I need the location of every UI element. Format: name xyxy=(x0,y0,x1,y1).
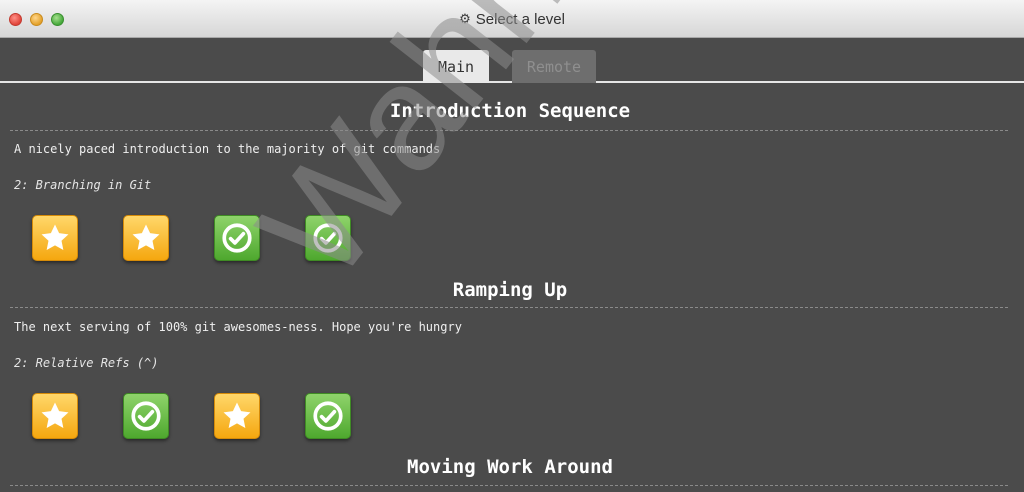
star-icon xyxy=(41,224,69,251)
level-button[interactable] xyxy=(32,393,78,439)
level-button[interactable] xyxy=(123,215,169,261)
title-bar: ⚙ Select a level xyxy=(0,0,1024,38)
check-icon xyxy=(313,401,343,431)
section-divider xyxy=(10,130,1008,131)
tab-remote[interactable]: Remote xyxy=(512,50,596,83)
section-description: The next serving of 100% git awesomes-ne… xyxy=(14,320,462,334)
level-button[interactable] xyxy=(214,393,260,439)
tab-main[interactable]: Main xyxy=(423,50,489,83)
level-button[interactable] xyxy=(305,393,351,439)
current-level-label: 2: Branching in Git xyxy=(14,178,152,192)
section-title-introduction: Introduction Sequence xyxy=(389,100,631,122)
level-button[interactable] xyxy=(123,393,169,439)
tab-bar: Main Remote xyxy=(0,38,1024,83)
level-button[interactable] xyxy=(32,215,78,261)
star-icon xyxy=(223,402,251,429)
star-icon xyxy=(132,224,160,251)
level-button[interactable] xyxy=(214,215,260,261)
check-icon xyxy=(131,401,161,431)
section-divider xyxy=(10,485,1008,486)
current-level-label: 2: Relative Refs (^) xyxy=(14,356,159,370)
level-select-window: ⚙ Select a level Main Remote Introductio… xyxy=(0,0,1024,492)
section-title-ramping-up: Ramping Up xyxy=(452,279,568,301)
window-title: ⚙ Select a level xyxy=(0,0,1024,38)
window-title-text: Select a level xyxy=(475,10,565,28)
check-icon xyxy=(222,223,252,253)
gear-icon: ⚙ xyxy=(459,11,471,26)
section-title-moving-work-around: Moving Work Around xyxy=(407,456,613,478)
section-description: A nicely paced introduction to the major… xyxy=(14,142,441,156)
level-button[interactable] xyxy=(305,215,351,261)
star-icon xyxy=(41,402,69,429)
check-icon xyxy=(313,223,343,253)
section-divider xyxy=(10,307,1008,308)
